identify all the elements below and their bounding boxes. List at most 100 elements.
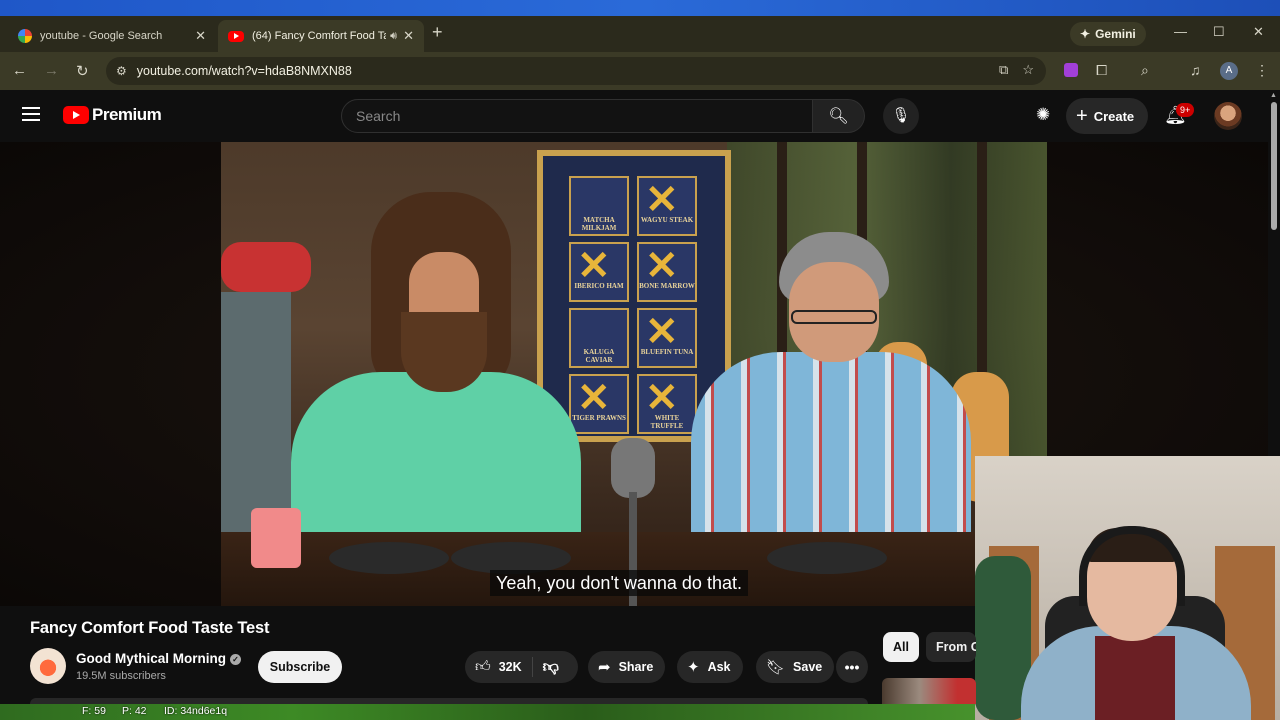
tile-label: KALUGA CAVIAR [583,348,615,364]
search-input[interactable]: Search [341,99,813,133]
more-actions-icon[interactable]: ••• [836,651,868,683]
like-button[interactable]: 👍︎ 32K [465,657,533,677]
search-placeholder: Search [356,108,401,124]
voice-search-button[interactable]: 🎙︎ [883,98,919,134]
minimize-icon[interactable]: — [1174,24,1187,39]
plate [329,542,449,574]
hamburger-menu-icon[interactable] [22,107,40,121]
reload-icon[interactable]: ↻ [76,62,89,80]
profile-avatar[interactable]: A [1220,62,1238,80]
close-tab-icon[interactable]: ✕ [403,28,414,44]
account-avatar[interactable] [1214,102,1242,130]
creator-sparkle-icon[interactable]: ✺ [1036,105,1050,125]
sparkle-icon: ✦ [687,659,700,676]
bookmark-star-icon[interactable]: ☆ [1022,62,1034,78]
board-tile: ✕ BONE MARROW [637,242,697,302]
plus-icon: + [1076,104,1088,127]
webcam-overlay [975,456,1280,720]
recommended-video-thumbnail[interactable] [882,678,976,704]
dislike-button[interactable]: 👎︎ [533,658,559,677]
thumbs-up-icon: 👍︎ [475,658,491,675]
ask-button[interactable]: ✦ Ask [677,651,743,683]
bookmark-icon: 🔖︎ [766,659,786,676]
subscribe-button[interactable]: Subscribe [258,651,342,683]
tab-title: (64) Fancy Comfort Food Ta [252,30,387,42]
gemini-button[interactable]: ✦ Gemini [1070,22,1146,46]
microphone [611,438,655,498]
video-title: Fancy Comfort Food Taste Test [30,619,270,637]
youtube-play-icon [63,106,89,124]
overlay-stat-p: P: 42 [122,705,147,717]
tab-google-search[interactable]: youtube - Google Search ✕ [8,20,216,52]
close-window-icon[interactable]: ✕ [1253,24,1264,40]
cross-mark-icon: ✕ [577,376,611,420]
youtube-header: Premium Search 🔍︎ 🎙︎ ✺ + Create 🔔︎ 9+ [0,90,1268,142]
subscriber-count: 19.5M subscribers [76,670,166,682]
chip-from-channel[interactable]: From G [926,632,976,662]
url-text: youtube.com/watch?v=hdaB8NMXN88 [136,64,352,78]
close-tab-icon[interactable]: ✕ [195,28,206,44]
sparkle-icon: ✦ [1080,27,1091,41]
address-bar-row: ← → ↻ ⚙ youtube.com/watch?v=hdaB8NMXN88 … [0,52,1280,90]
verified-check-icon: ✓ [230,654,241,665]
new-tab-icon[interactable]: + [432,22,443,42]
youtube-premium-logo[interactable]: Premium [63,105,162,125]
share-arrow-icon: ➦ [598,659,611,676]
youtube-favicon-icon [228,30,244,42]
create-label: Create [1093,108,1135,124]
microphone-icon: 🎙︎ [891,107,911,124]
thumbs-down-icon: 👎︎ [542,658,559,676]
search-icon: 🔍︎ [828,108,849,125]
board-tile: ✕ WHITE TRUFFLE [637,374,697,434]
chip-all[interactable]: All [883,632,919,662]
t-shirt [1095,636,1175,720]
channel-avatar[interactable] [30,648,66,684]
search-button[interactable]: 🔍︎ [813,99,865,133]
google-favicon-icon [18,29,32,43]
menu-kebab-icon[interactable]: ⋮ [1255,62,1269,79]
file-cabinet [221,292,291,532]
scroll-up-arrow-icon[interactable]: ▲ [1270,92,1277,99]
cross-mark-icon: ✕ [645,244,679,288]
install-app-icon[interactable]: ⧉ [999,62,1008,78]
puzzle-extensions-icon[interactable]: ⧠ [1096,62,1107,79]
channel-name-text[interactable]: Good Mythical Morning [76,651,226,666]
omnibox[interactable]: ⚙ youtube.com/watch?v=hdaB8NMXN88 ⧉ ☆ [106,57,1046,85]
cross-mark-icon: ✕ [645,376,679,420]
scrollbar-thumb[interactable] [1271,102,1277,230]
overlay-stat-id: ID: 34nd6e1q [164,705,228,717]
forward-icon[interactable]: → [44,62,59,79]
board-tile: ✕ BLUEFIN TUNA [637,308,697,368]
share-button[interactable]: ➦ Share [588,651,666,683]
desktop-wallpaper-strip [0,0,1280,16]
video-frame[interactable]: MATCHA MILKJAM ✕ WAGYU STEAK ✕ IBERICO HAM… [221,142,1047,606]
overlay-stat-f: F: 59 [82,705,106,717]
ask-label: Ask [707,660,731,674]
site-info-icon[interactable]: ⚙ [116,64,127,78]
create-button[interactable]: + Create [1066,98,1149,134]
cross-mark-icon: ✕ [577,244,611,288]
save-label: Save [793,660,823,674]
save-button[interactable]: 🔖︎ Save [756,651,835,683]
video-caption: Yeah, you don't wanna do that. [490,570,748,596]
share-label: Share [618,660,654,674]
like-count: 32K [498,660,522,674]
like-dislike-group: 👍︎ 32K 👎︎ [465,651,578,683]
channel-name[interactable]: Good Mythical Morning ✓ [76,651,241,666]
back-icon[interactable]: ← [12,62,27,79]
tile-label: MATCHA MILKJAM [581,216,617,232]
maximize-icon[interactable]: ☐ [1213,24,1225,40]
tab-youtube-video[interactable]: (64) Fancy Comfort Food Ta 🔊︎ ✕ [218,20,424,52]
gemini-label: Gemini [1095,27,1136,41]
tab-title: youtube - Google Search [40,30,163,42]
cross-mark-icon: ✕ [645,310,679,354]
logo-text: Premium [92,105,162,124]
tab-search-icon[interactable]: ⌕ [1141,62,1149,79]
cross-mark-icon: ✕ [645,178,679,222]
plate [767,542,887,574]
media-controls-icon[interactable]: ♫ [1190,62,1201,78]
speaker-icon[interactable]: 🔊︎ [390,30,397,43]
pink-mug [251,508,301,568]
board-tile: ✕ WAGYU STEAK [637,176,697,236]
extension-icon[interactable] [1064,63,1078,77]
